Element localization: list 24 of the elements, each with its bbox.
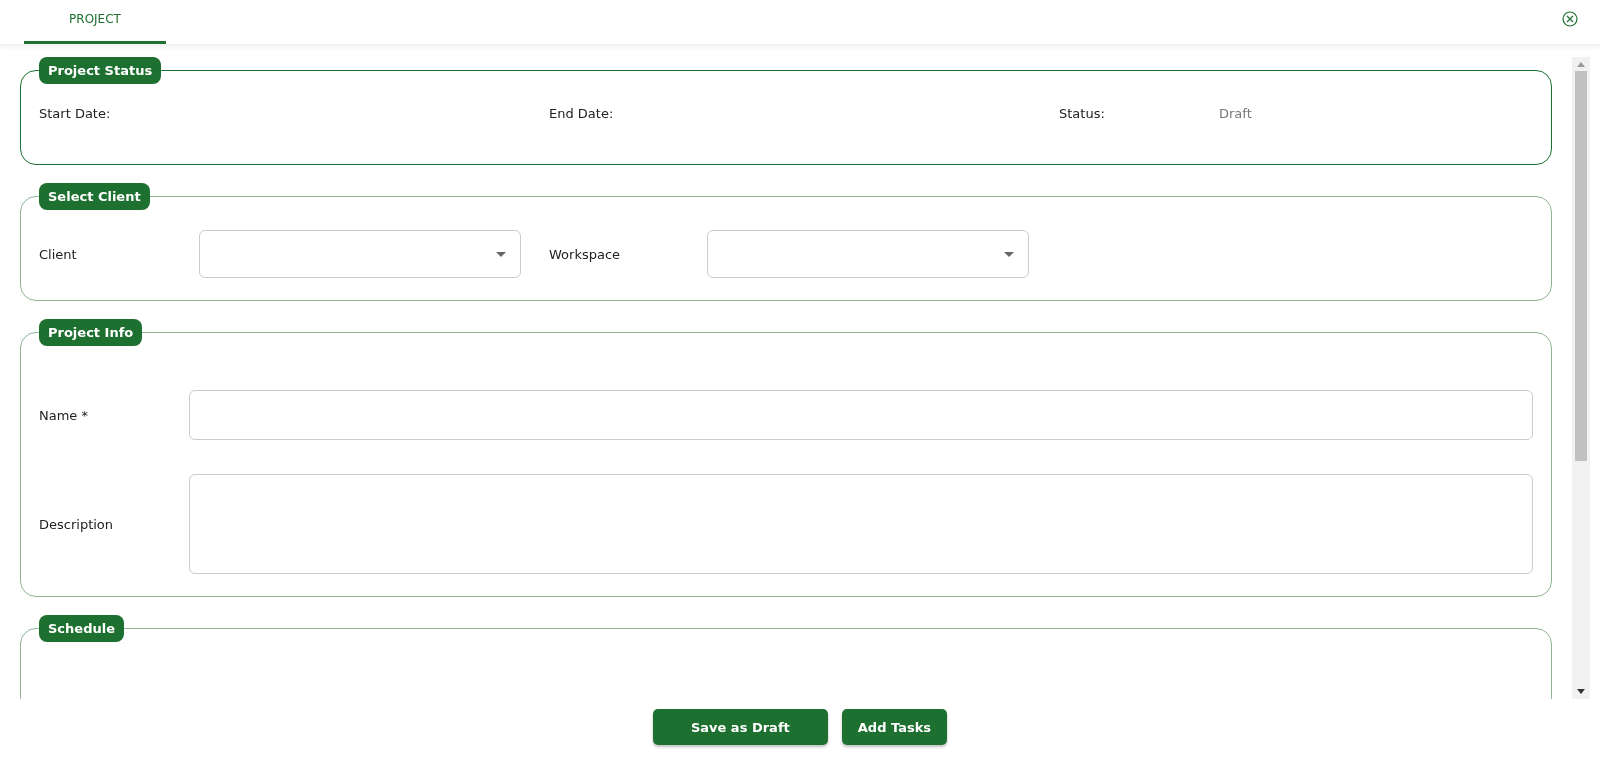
field-label: Start Date: xyxy=(39,106,112,121)
section-title: Schedule xyxy=(39,615,124,642)
close-icon xyxy=(1562,11,1578,27)
field-label: End Date: xyxy=(549,106,615,121)
field-label: Client xyxy=(39,246,78,262)
field-label: Status: xyxy=(1059,106,1106,121)
input-field[interactable] xyxy=(189,390,1533,440)
caret-icon xyxy=(496,251,506,257)
field-label: Name * xyxy=(39,407,89,423)
section-title: Project Info xyxy=(39,319,143,346)
scrollbar[interactable] xyxy=(1572,57,1590,699)
action-button[interactable]: Save as Draft xyxy=(652,709,828,745)
field-label: Description xyxy=(39,516,115,532)
dropdown-field[interactable] xyxy=(707,230,1029,278)
caret-icon xyxy=(1004,251,1014,257)
tab[interactable]: PROJECT xyxy=(24,2,166,44)
close-button[interactable] xyxy=(1562,11,1580,29)
text-area[interactable] xyxy=(189,474,1533,574)
section-title: Select Client xyxy=(39,183,150,210)
field-label: Workspace xyxy=(549,246,622,262)
section-title: Project Status xyxy=(39,57,162,84)
dropdown-field[interactable] xyxy=(199,230,521,278)
action-button[interactable]: Add Tasks xyxy=(841,709,948,745)
status-value: Draft xyxy=(1219,106,1253,121)
